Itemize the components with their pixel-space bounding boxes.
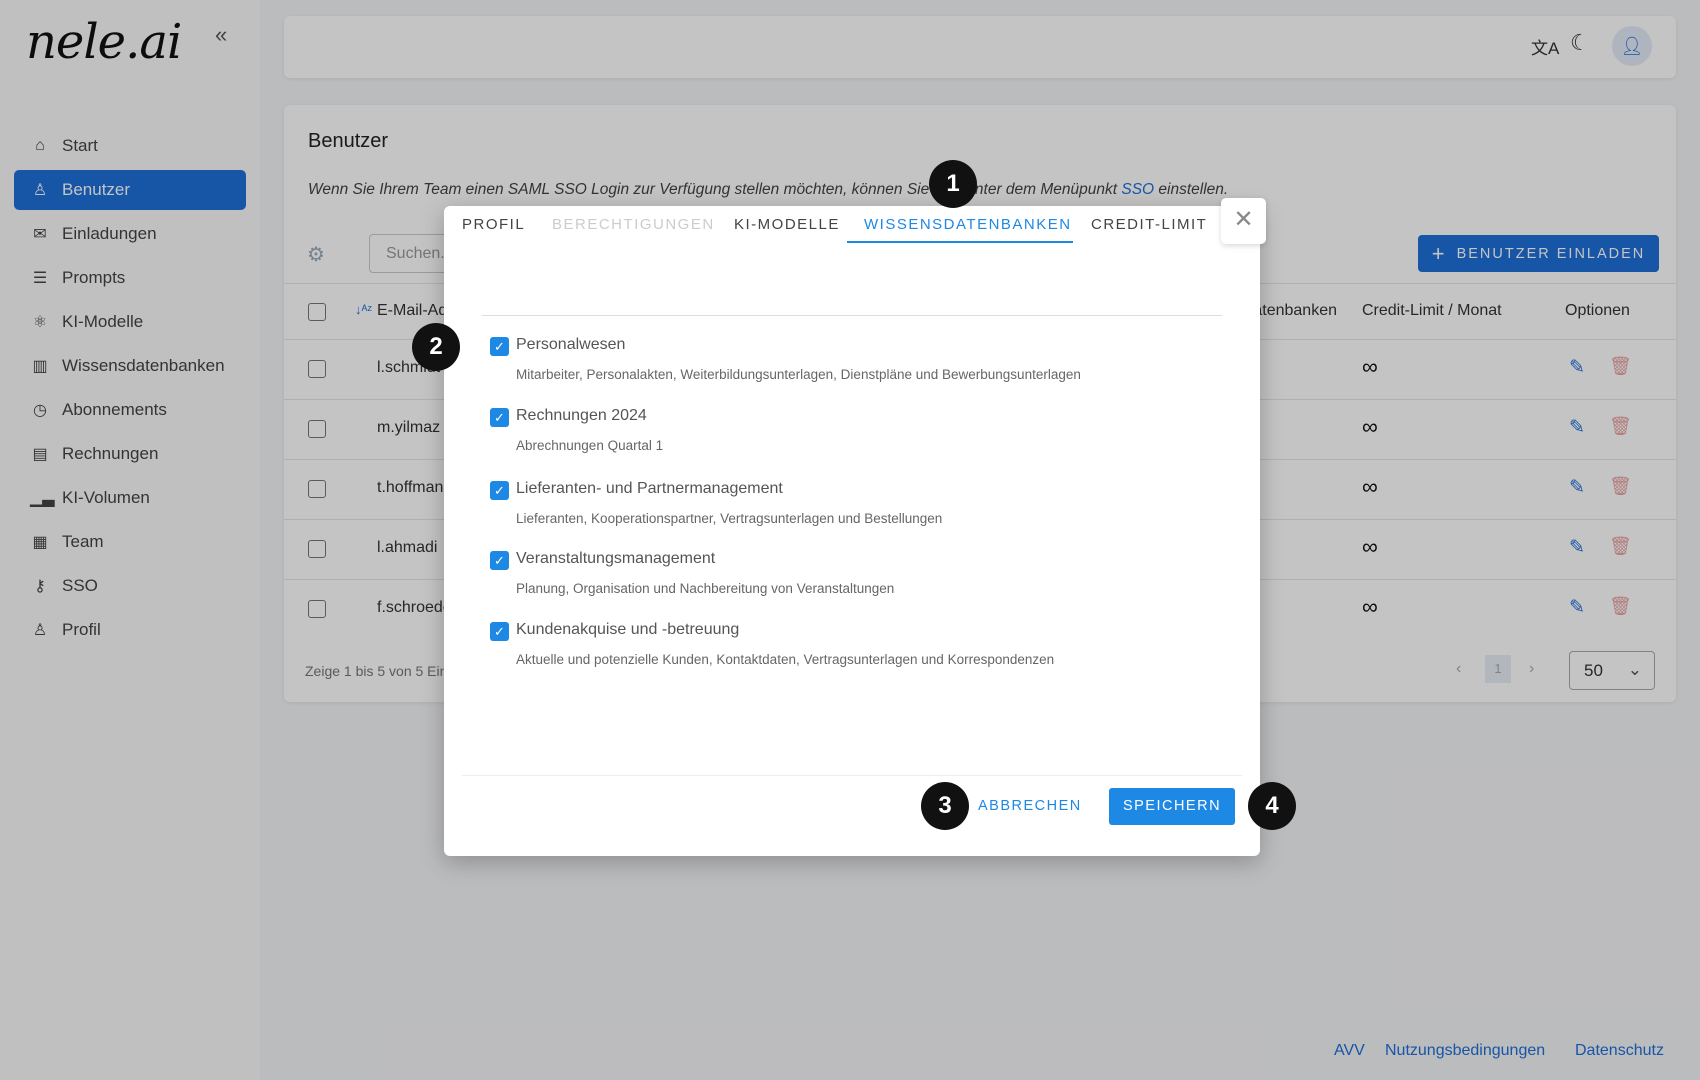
knowledge-base-desc: Aktuelle und potenzielle Kunden, Kontakt…	[516, 652, 1055, 667]
save-button[interactable]: SPEICHERN	[1109, 788, 1235, 825]
knowledge-base-title: Personalwesen	[516, 336, 626, 353]
knowledge-base-title: Rechnungen 2024	[516, 407, 647, 424]
tab-ki-modelle[interactable]: KI-MODELLE	[734, 216, 840, 233]
knowledge-base-desc: Mitarbeiter, Personalakten, Weiterbildun…	[516, 367, 1081, 382]
knowledge-base-desc: Lieferanten, Kooperationspartner, Vertra…	[516, 511, 943, 526]
close-icon[interactable]: ✕	[1221, 198, 1266, 244]
cancel-button[interactable]: ABBRECHEN	[978, 798, 1082, 814]
annotation-badge-3: 3	[921, 782, 969, 830]
annotation-badge-4: 4	[1248, 782, 1296, 830]
knowledge-base-desc: Abrechnungen Quartal 1	[516, 438, 664, 453]
tab-profil[interactable]: PROFIL	[462, 216, 525, 233]
knowledge-base-checkbox[interactable]: ✓	[490, 408, 509, 427]
footer-divider	[462, 775, 1242, 776]
knowledge-base-item: ✓ Lieferanten- und Partnermanagement Lie…	[490, 480, 1210, 540]
tab-credit-limit[interactable]: CREDIT-LIMIT	[1091, 216, 1207, 233]
knowledge-base-title: Lieferanten- und Partnermanagement	[516, 480, 783, 497]
knowledge-base-desc: Planung, Organisation und Nachbereitung …	[516, 581, 895, 596]
knowledge-base-item: ✓ Rechnungen 2024 Abrechnungen Quartal 1	[490, 407, 1210, 467]
knowledge-base-checkbox[interactable]: ✓	[490, 337, 509, 356]
knowledge-base-title: Kundenakquise und -betreuung	[516, 621, 740, 638]
tab-berechtigungen: BERECHTIGUNGEN	[552, 216, 715, 233]
knowledge-base-item: ✓ Personalwesen Mitarbeiter, Personalakt…	[490, 336, 1210, 396]
tab-wissensdatenbanken[interactable]: WISSENSDATENBANKEN	[864, 216, 1072, 233]
knowledge-base-title: Veranstaltungsmanagement	[516, 550, 716, 567]
edit-user-dialog: PROFIL BERECHTIGUNGEN KI-MODELLE WISSENS…	[444, 206, 1260, 856]
annotation-badge-1: 1	[929, 160, 977, 208]
knowledge-base-checkbox[interactable]: ✓	[490, 622, 509, 641]
annotation-badge-2: 2	[412, 323, 460, 371]
knowledge-base-item: ✓ Kundenakquise und -betreuung Aktuelle …	[490, 621, 1210, 681]
knowledge-base-checkbox[interactable]: ✓	[490, 481, 509, 500]
knowledge-base-checkbox[interactable]: ✓	[490, 551, 509, 570]
knowledge-base-item: ✓ Veranstaltungsmanagement Planung, Orga…	[490, 550, 1210, 610]
divider	[482, 315, 1222, 316]
active-tab-indicator	[847, 241, 1073, 243]
